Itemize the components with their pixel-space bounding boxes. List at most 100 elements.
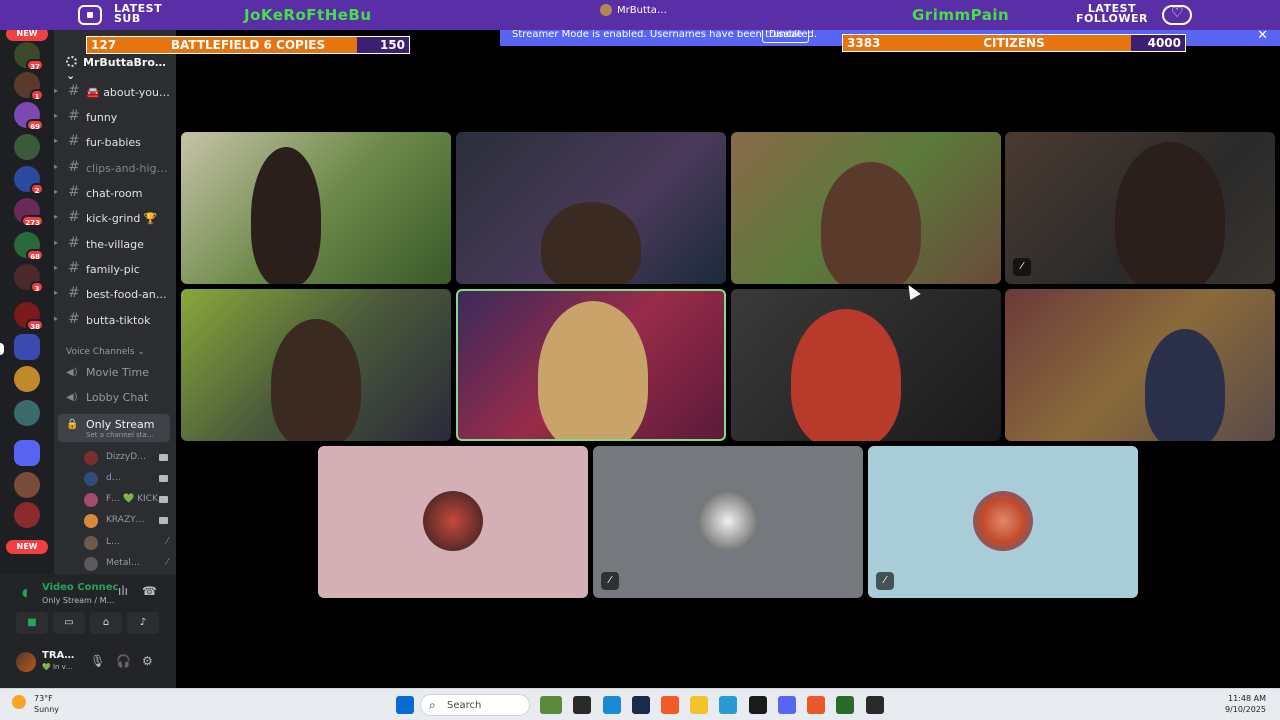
mic-off-icon: ⁄ — [876, 572, 894, 590]
server-icon[interactable] — [14, 502, 40, 528]
system-clock[interactable]: 11:48 AM 9/10/2025 — [1225, 693, 1266, 715]
weather-widget[interactable]: 73°F Sunny — [34, 693, 59, 715]
avatar — [423, 491, 483, 551]
noise-suppression-icon[interactable]: ılı — [118, 584, 128, 598]
text-channel[interactable]: ▸ # 🚘 about-you… — [54, 82, 176, 104]
sun-icon[interactable] — [12, 695, 26, 709]
activity-button[interactable]: ⌂ — [90, 612, 122, 634]
chevron-right-icon: ▸ — [54, 314, 59, 323]
server-icon-active[interactable] — [14, 334, 40, 360]
text-channel[interactable]: ▸ # the-village — [54, 234, 176, 256]
server-name-header[interactable]: MrButtaBro… ⌄ — [66, 56, 176, 82]
lock-icon: 🔒 — [66, 419, 79, 430]
camera-icon — [159, 496, 168, 503]
video-tile[interactable] — [181, 289, 451, 441]
server-icon[interactable]: 37 — [14, 42, 44, 71]
video-tile[interactable]: ⁄ — [1005, 132, 1275, 284]
goal-bar-battlefield: 127 BATTLEFIELD 6 COPIES 150 — [86, 36, 410, 54]
text-channel[interactable]: ▸ # clips-and-hig… — [54, 158, 176, 180]
text-channel[interactable]: ▸ # best-food-an… — [54, 284, 176, 306]
voice-member[interactable]: F… 💚 KICK — [84, 490, 170, 510]
video-tile-avatar[interactable] — [318, 446, 588, 598]
speaker-icon: ◀) — [66, 392, 78, 403]
chevron-right-icon: ▸ — [54, 162, 59, 171]
video-tile[interactable] — [731, 132, 1001, 284]
server-icon[interactable] — [14, 134, 40, 160]
taskbar-search[interactable]: ⌕ Search — [420, 694, 530, 716]
text-channel[interactable]: ▸ # family-pic — [54, 259, 176, 281]
participant-video — [821, 162, 921, 284]
text-channel[interactable]: ▸ # fur-babies — [54, 132, 176, 154]
voice-member[interactable]: Metal… ⁄ — [84, 554, 170, 574]
close-icon[interactable]: ✕ — [1257, 28, 1268, 43]
avatar — [84, 493, 98, 507]
voice-channel-only-stream[interactable]: 🔒 Only Stream Set a channel sta… — [58, 414, 170, 442]
widgets-icon[interactable] — [540, 696, 562, 714]
steam-icon[interactable] — [632, 696, 650, 714]
tiktok-icon[interactable] — [749, 696, 767, 714]
soundboard-button[interactable]: ♪ — [127, 612, 159, 634]
disconnect-icon[interactable]: ☎ — [142, 584, 157, 598]
microphone-icon[interactable]: 🎙 — [90, 654, 105, 668]
voice-member[interactable]: L… ⁄ — [84, 533, 170, 553]
discord-icon[interactable] — [778, 696, 796, 714]
server-icon[interactable]: 68 — [14, 232, 44, 261]
video-tile-avatar[interactable]: ⁄ — [593, 446, 863, 598]
edge-icon[interactable] — [719, 696, 737, 714]
avatar[interactable] — [16, 652, 36, 672]
hash-icon: # — [68, 159, 80, 175]
windows-start-icon[interactable] — [396, 696, 414, 714]
goal-target: 150 — [357, 37, 409, 53]
server-icon[interactable]: 3 — [14, 264, 44, 293]
text-channel[interactable]: ▸ # funny — [54, 107, 176, 129]
voice-channel-movie-time[interactable]: ◀) Movie Time — [58, 362, 170, 384]
hash-icon: # — [68, 108, 80, 124]
chevron-right-icon: ▸ — [54, 86, 59, 95]
new-badge[interactable]: NEW — [6, 540, 48, 554]
server-icon[interactable]: 1 — [14, 72, 44, 101]
app-icon[interactable] — [866, 696, 884, 714]
voice-member[interactable]: KRAZY… — [84, 511, 170, 531]
file-explorer-icon[interactable] — [690, 696, 708, 714]
text-channel[interactable]: ▸ # chat-room — [54, 183, 176, 205]
server-icon[interactable]: 69 — [14, 102, 44, 131]
text-channel[interactable]: ▸ # butta-tiktok — [54, 310, 176, 332]
text-channel[interactable]: ▸ # kick-grind 🏆 — [54, 208, 176, 230]
hash-icon: # — [68, 311, 80, 327]
screen-share-icon: ▭ — [64, 617, 74, 628]
server-icon[interactable] — [14, 400, 40, 426]
video-tile[interactable] — [1005, 289, 1275, 441]
firefox-icon[interactable] — [807, 696, 825, 714]
brave-icon[interactable] — [661, 696, 679, 714]
voice-channel-lobby-chat[interactable]: ◀) Lobby Chat — [58, 387, 170, 409]
voice-status-subtitle[interactable]: Only Stream / M… — [42, 596, 115, 605]
app-icon[interactable] — [603, 696, 621, 714]
voice-status-title[interactable]: Video Connec — [42, 582, 118, 593]
video-tile[interactable] — [181, 132, 451, 284]
server-icon[interactable] — [14, 366, 40, 392]
avatar — [84, 557, 98, 571]
voice-member[interactable]: d… — [84, 469, 170, 489]
user-name[interactable]: TRA… — [42, 650, 74, 661]
screen-share-button[interactable]: ▭ — [53, 612, 85, 634]
avatar — [84, 514, 98, 528]
search-icon: ⌕ — [429, 698, 436, 712]
headphones-icon[interactable]: 🎧 — [116, 654, 131, 668]
server-icon[interactable]: 38 — [14, 302, 44, 331]
video-tile[interactable] — [731, 289, 1001, 441]
server-icon[interactable]: 273 — [14, 198, 44, 227]
video-tile[interactable] — [456, 132, 726, 284]
voice-member[interactable]: DizzyD… — [84, 448, 170, 468]
video-tile-avatar[interactable]: ⁄ — [868, 446, 1138, 598]
active-server-pill — [0, 343, 4, 355]
video-tile-speaking[interactable] — [456, 289, 726, 441]
server-icon[interactable]: 2 — [14, 166, 44, 195]
camera-button[interactable]: ■ — [16, 612, 48, 634]
task-view-icon[interactable] — [573, 696, 591, 714]
voice-channels-header[interactable]: Voice Channels ⌄ — [66, 347, 145, 357]
soundboard-icon: ♪ — [139, 617, 147, 628]
server-icon[interactable] — [14, 472, 40, 498]
gear-icon[interactable]: ⚙ — [142, 654, 153, 668]
nvidia-icon[interactable] — [836, 696, 854, 714]
folder-icon[interactable] — [14, 440, 40, 466]
